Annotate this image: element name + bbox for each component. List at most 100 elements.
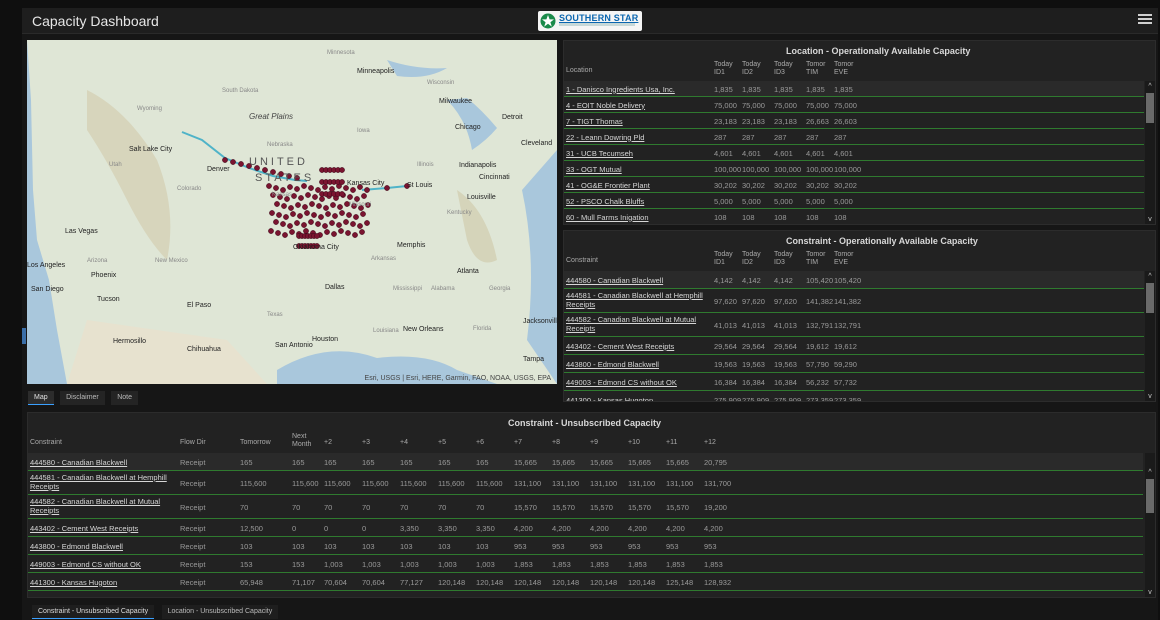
row-name-link[interactable]: 445577 - Levant CS (30, 596, 97, 598)
meter-point[interactable] (325, 211, 331, 217)
table-row[interactable]: 33 - OGT Mutual 100,000 100,000 100,000 100,… (564, 161, 1144, 177)
meter-point[interactable] (274, 201, 280, 207)
row-name-link[interactable]: 441300 - Kansas Hugoton (30, 578, 117, 587)
meter-point[interactable] (238, 161, 244, 167)
column-header[interactable]: +2 (324, 439, 332, 447)
meter-point[interactable] (308, 219, 314, 225)
meter-point[interactable] (304, 210, 310, 216)
scroll-up-icon[interactable]: ^ (1145, 469, 1155, 477)
scroll-up-icon[interactable]: ^ (1145, 83, 1155, 91)
meter-point[interactable] (273, 219, 279, 225)
row-name-link[interactable]: 7 - TIGT Thomas (566, 117, 623, 126)
table-row[interactable]: 22 - Leann Dowring Pld 287 287 287 287 287 (564, 129, 1144, 145)
column-header[interactable]: Today ID1 (714, 251, 733, 267)
row-name-link[interactable]: 443402 - Cement West Receipts (30, 524, 138, 533)
column-header[interactable]: Flow Dir (180, 439, 206, 447)
column-header[interactable]: Next Month (292, 433, 311, 449)
meter-point[interactable] (298, 195, 304, 201)
meter-point[interactable] (230, 159, 236, 165)
meter-point[interactable] (343, 219, 349, 225)
meter-point[interactable] (357, 223, 363, 229)
map-view[interactable]: Minnesota Minneapolis Wisconsin Milwauke… (27, 40, 557, 384)
meter-point[interactable] (283, 214, 289, 220)
table-row[interactable]: 7 - TIGT Thomas 23,183 23,183 23,183 26,663 2… (564, 113, 1144, 129)
table-row[interactable]: 60 - Mull Farms Inigation 108 108 108 108 108 (564, 209, 1144, 224)
meter-point[interactable] (384, 185, 390, 191)
column-header[interactable]: +9 (590, 439, 598, 447)
column-header[interactable]: +7 (514, 439, 522, 447)
meter-point[interactable] (288, 205, 294, 211)
meter-point[interactable] (330, 202, 336, 208)
table-row[interactable]: 449003 - Edmond CS without OK Receipt 153 1… (28, 555, 1143, 573)
column-header[interactable]: +4 (400, 439, 408, 447)
meter-point[interactable] (294, 220, 300, 226)
column-header[interactable]: +6 (476, 439, 484, 447)
tab-disclaimer[interactable]: Disclaimer (60, 391, 105, 405)
column-header[interactable]: +12 (704, 439, 716, 447)
row-name-link[interactable]: 444582 - Canadian Blackwell at Mutual Re… (566, 315, 706, 333)
scroll-thumb[interactable] (1146, 93, 1154, 123)
meter-point[interactable] (347, 194, 353, 200)
table-row[interactable]: 443402 - Cement West Receipts 29,564 29,56… (564, 337, 1144, 355)
meter-point[interactable] (354, 196, 360, 202)
meter-point[interactable] (301, 222, 307, 228)
tab-constraint-unsubscribed[interactable]: Constraint - Unsubscribed Capacity (32, 605, 155, 619)
column-header[interactable]: Today ID2 (742, 61, 761, 77)
column-header[interactable]: +10 (628, 439, 640, 447)
column-header[interactable]: Tomor EVE (834, 61, 853, 77)
meter-point[interactable] (359, 229, 365, 235)
scroll-thumb[interactable] (1146, 283, 1154, 313)
constraint-table-scrollbar[interactable]: ^ v (1145, 271, 1155, 401)
meter-point[interactable] (346, 212, 352, 218)
row-name-link[interactable]: 31 - UCB Tecumseh (566, 149, 633, 158)
row-name-link[interactable]: 443402 - Cement West Receipts (566, 342, 674, 351)
table-row[interactable]: 449003 - Edmond CS without OK 16,384 16,38… (564, 373, 1144, 391)
table-row[interactable]: 444580 - Canadian Blackwell 4,142 4,142 4,1… (564, 271, 1144, 289)
meter-point[interactable] (338, 228, 344, 234)
tab-location-unsubscribed[interactable]: Location - Unsubscribed Capacity (161, 605, 279, 619)
meter-point[interactable] (305, 192, 311, 198)
row-name-link[interactable]: 22 - Leann Dowring Pld (566, 133, 644, 142)
table-row[interactable]: 445577 - Levant CS Receipt 7,384 7,384 7,384… (28, 591, 1143, 598)
table-row[interactable]: 444580 - Canadian Blackwell Receipt 165 165… (28, 453, 1143, 471)
meter-point[interactable] (312, 194, 318, 200)
column-header[interactable]: +3 (362, 439, 370, 447)
column-header[interactable]: +11 (666, 439, 677, 447)
row-name-link[interactable]: 449003 - Edmond CS without OK (30, 560, 141, 569)
row-name-link[interactable]: 444580 - Canadian Blackwell (30, 458, 127, 467)
scroll-down-icon[interactable]: v (1145, 216, 1155, 224)
row-name-link[interactable]: 52 - PSCO Chalk Bluffs (566, 197, 644, 206)
meter-point[interactable] (222, 157, 228, 163)
row-name-link[interactable]: 444581 - Canadian Blackwell at Hemphill … (30, 473, 170, 491)
meter-point[interactable] (339, 179, 345, 185)
scroll-down-icon[interactable]: v (1145, 589, 1155, 597)
meter-point[interactable] (319, 196, 325, 202)
meter-point[interactable] (336, 222, 342, 228)
meter-point[interactable] (266, 183, 272, 189)
meter-point[interactable] (353, 214, 359, 220)
meter-point[interactable] (331, 231, 337, 237)
row-name-link[interactable]: 41 - OG&E Frontier Plant (566, 181, 650, 190)
row-name-link[interactable]: 33 - OGT Mutual (566, 165, 622, 174)
meter-point[interactable] (323, 205, 329, 211)
scroll-up-icon[interactable]: ^ (1145, 273, 1155, 281)
meter-point[interactable] (281, 203, 287, 209)
column-header[interactable]: Constraint (566, 257, 598, 265)
basemap[interactable] (27, 40, 557, 384)
meter-point[interactable] (318, 214, 324, 220)
tab-map[interactable]: Map (28, 391, 54, 405)
meter-point[interactable] (301, 183, 307, 189)
column-header[interactable]: Constraint (30, 439, 62, 447)
meter-point[interactable] (289, 229, 295, 235)
hamburger-menu-icon[interactable] (1138, 12, 1152, 26)
column-header[interactable]: Tomor EVE (834, 251, 853, 267)
meter-point[interactable] (287, 184, 293, 190)
meter-point[interactable] (309, 201, 315, 207)
location-table-scrollbar[interactable]: ^ v (1145, 81, 1155, 224)
meter-point[interactable] (364, 187, 370, 193)
meter-point[interactable] (311, 212, 317, 218)
meter-point[interactable] (308, 185, 314, 191)
meter-point[interactable] (345, 230, 351, 236)
row-name-link[interactable]: 444580 - Canadian Blackwell (566, 276, 663, 285)
table-row[interactable]: 443402 - Cement West Receipts Receipt 12,5… (28, 519, 1143, 537)
